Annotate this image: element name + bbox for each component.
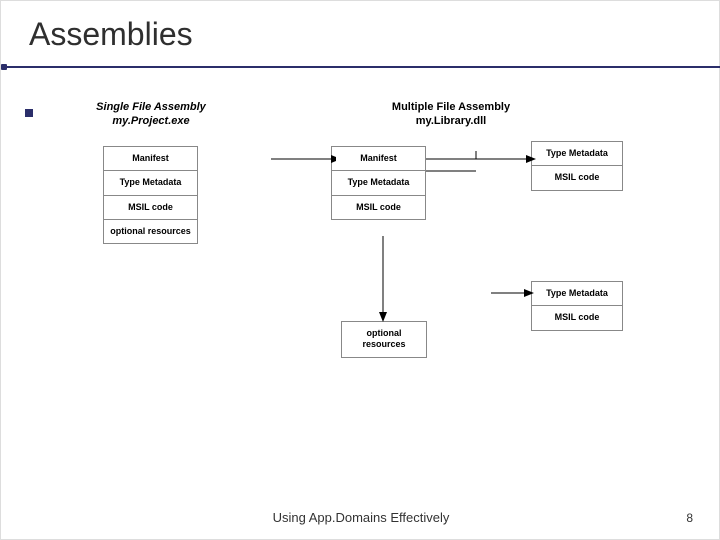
single-cell-optional: optional resources <box>104 220 197 243</box>
multi-heading-line2: my.Library.dll <box>416 115 487 127</box>
single-heading-line2: my.Project.exe <box>112 115 189 127</box>
bullet-square <box>25 109 33 117</box>
connector-manifest-to-module-a <box>426 151 536 171</box>
slide: Assemblies Single File Assembly my.Proje… <box>0 0 720 540</box>
footer-text: Using App.Domains Effectively <box>1 510 720 525</box>
multi-optional-box: optional resources <box>341 321 427 358</box>
connector-manifest-branch <box>426 161 486 181</box>
slide-title: Assemblies <box>29 16 193 53</box>
multi-heading-line1: Multiple File Assembly <box>392 101 510 113</box>
single-file-heading: Single File Assembly my.Project.exe <box>91 101 211 129</box>
title-wrap: Assemblies <box>29 16 193 53</box>
module-a-msil: MSIL code <box>532 166 622 189</box>
module-a-stack: Type Metadata MSIL code <box>531 141 623 191</box>
multi-cell-manifest: Manifest <box>332 147 425 171</box>
module-b-stack: Type Metadata MSIL code <box>531 281 623 331</box>
multi-file-heading: Multiple File Assembly my.Library.dll <box>361 101 541 129</box>
title-underline <box>1 66 720 68</box>
multi-cell-typemeta: Type Metadata <box>332 171 425 195</box>
arrow-to-module-b <box>491 281 536 306</box>
arrow-to-optional <box>371 236 401 326</box>
module-b-typemeta: Type Metadata <box>532 282 622 306</box>
single-heading-line1: Single File Assembly <box>96 101 206 113</box>
underline-tick <box>1 64 7 70</box>
multi-main-stack: Manifest Type Metadata MSIL code <box>331 146 426 220</box>
module-b-msil: MSIL code <box>532 306 622 329</box>
single-cell-typemeta: Type Metadata <box>104 171 197 195</box>
single-cell-manifest: Manifest <box>104 147 197 171</box>
module-a-typemeta: Type Metadata <box>532 142 622 166</box>
single-file-stack: Manifest Type Metadata MSIL code optiona… <box>103 146 198 244</box>
single-cell-msil: MSIL code <box>104 196 197 220</box>
multi-cell-msil: MSIL code <box>332 196 425 219</box>
page-number: 8 <box>686 511 693 525</box>
arrow-to-multi-manifest <box>261 141 336 171</box>
diagram-area: Single File Assembly my.Project.exe Mani… <box>91 101 661 481</box>
